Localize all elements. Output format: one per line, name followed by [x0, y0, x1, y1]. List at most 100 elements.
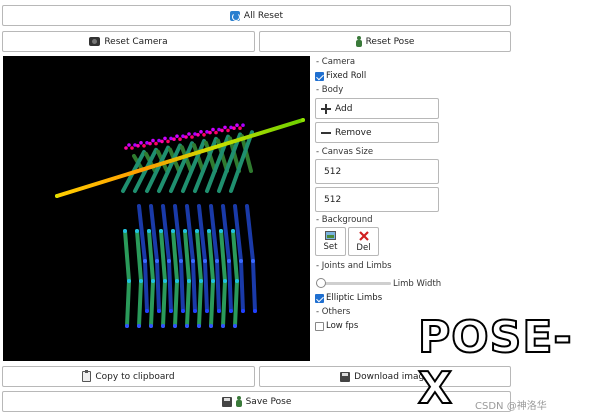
low-fps-check-icon[interactable] [315, 321, 324, 331]
limb-width-track[interactable] [316, 282, 391, 285]
knee-joint[interactable] [163, 279, 167, 283]
head-joint[interactable] [202, 133, 206, 137]
hip-joint[interactable] [219, 229, 223, 233]
hip-joint[interactable] [123, 229, 127, 233]
head-joint[interactable] [127, 143, 131, 147]
pose-canvas-svg[interactable] [3, 56, 310, 361]
delete-background-button[interactable]: Del [348, 227, 379, 256]
knee-joint[interactable] [155, 259, 159, 263]
hip-joint[interactable] [195, 229, 199, 233]
head-joint[interactable] [232, 126, 236, 130]
head-joint[interactable] [235, 123, 239, 127]
ankle-joint[interactable] [169, 309, 173, 313]
ankle-joint[interactable] [205, 309, 209, 313]
head-joint[interactable] [184, 135, 188, 139]
ankle-joint[interactable] [233, 324, 237, 328]
pose-canvas[interactable] [3, 56, 310, 361]
knee-joint[interactable] [239, 259, 243, 263]
elliptic-limbs-check-icon[interactable] [315, 293, 324, 303]
head-joint[interactable] [172, 137, 176, 141]
ankle-joint[interactable] [149, 324, 153, 328]
fixed-roll-checkbox[interactable]: Fixed Roll [315, 71, 366, 81]
canvas-height-input[interactable]: 512 [315, 187, 439, 212]
knee-joint[interactable] [151, 279, 155, 283]
hip-joint[interactable] [207, 229, 211, 233]
head-joint[interactable] [214, 130, 218, 135]
head-joint[interactable] [142, 144, 146, 148]
wrist-joint[interactable] [55, 194, 59, 198]
head-joint[interactable] [124, 146, 128, 150]
head-joint[interactable] [241, 123, 245, 127]
ankle-joint[interactable] [209, 324, 213, 328]
ankle-joint[interactable] [173, 324, 177, 328]
head-joint[interactable] [190, 135, 194, 139]
all-reset-button[interactable]: All Reset [2, 5, 511, 26]
ankle-joint[interactable] [125, 324, 129, 328]
reset-pose-button[interactable]: Reset Pose [259, 31, 511, 52]
knee-joint[interactable] [211, 279, 215, 283]
head-joint[interactable] [175, 134, 179, 138]
ankle-joint[interactable] [197, 324, 201, 328]
head-joint[interactable] [178, 137, 182, 141]
limb-width-slider[interactable] [316, 278, 392, 289]
head-joint[interactable] [223, 125, 227, 130]
knee-joint[interactable] [235, 279, 239, 283]
knee-joint[interactable] [179, 259, 183, 263]
ankle-joint[interactable] [145, 309, 149, 313]
ankle-joint[interactable] [137, 324, 141, 328]
add-body-button[interactable]: Add [315, 98, 439, 119]
head-joint[interactable] [196, 133, 200, 137]
ankle-joint[interactable] [241, 309, 245, 313]
ankle-joint[interactable] [217, 309, 221, 313]
elliptic-limbs-checkbox[interactable]: Elliptic Limbs [315, 293, 382, 303]
ankle-joint[interactable] [229, 309, 233, 313]
head-joint[interactable] [148, 141, 152, 146]
hip-joint[interactable] [159, 229, 163, 233]
wrist-joint[interactable] [301, 118, 305, 122]
ankle-joint[interactable] [185, 324, 189, 328]
hip-joint[interactable] [135, 229, 139, 233]
knee-joint[interactable] [191, 259, 195, 263]
knee-joint[interactable] [143, 259, 147, 263]
set-background-button[interactable]: Set [315, 227, 346, 256]
head-joint[interactable] [199, 130, 203, 134]
knee-joint[interactable] [139, 279, 143, 283]
ankle-joint[interactable] [157, 309, 161, 313]
remove-body-button[interactable]: Remove [315, 122, 439, 143]
ankle-joint[interactable] [253, 309, 257, 313]
head-joint[interactable] [208, 130, 212, 135]
hip-joint[interactable] [147, 229, 151, 233]
knee-joint[interactable] [203, 259, 207, 263]
knee-joint[interactable] [251, 259, 255, 263]
ankle-joint[interactable] [181, 309, 185, 313]
ankle-joint[interactable] [193, 309, 197, 313]
knee-joint[interactable] [175, 279, 179, 283]
head-joint[interactable] [163, 136, 167, 141]
head-joint[interactable] [187, 132, 191, 136]
head-joint[interactable] [211, 127, 215, 132]
copy-to-clipboard-button[interactable]: Copy to clipboard [2, 366, 255, 387]
knee-joint[interactable] [227, 259, 231, 263]
knee-joint[interactable] [167, 259, 171, 263]
hip-joint[interactable] [171, 229, 175, 233]
limb-width-thumb[interactable] [316, 278, 326, 288]
hip-joint[interactable] [183, 229, 187, 233]
head-joint[interactable] [238, 126, 242, 130]
head-joint[interactable] [160, 139, 164, 144]
reset-camera-button[interactable]: Reset Camera [2, 31, 255, 52]
low-fps-checkbox[interactable]: Low fps [315, 321, 358, 331]
knee-joint[interactable] [127, 279, 131, 283]
head-joint[interactable] [136, 144, 140, 148]
ankle-joint[interactable] [161, 324, 165, 328]
head-joint[interactable] [220, 128, 224, 133]
head-joint[interactable] [130, 146, 134, 150]
head-joint[interactable] [151, 138, 155, 143]
ankle-joint[interactable] [221, 324, 225, 328]
head-joint[interactable] [154, 141, 158, 146]
head-joint[interactable] [226, 128, 230, 133]
hip-joint[interactable] [231, 229, 235, 233]
head-joint[interactable] [166, 139, 170, 144]
fixed-roll-check-icon[interactable] [315, 71, 324, 81]
knee-joint[interactable] [223, 279, 227, 283]
head-joint[interactable] [139, 141, 143, 145]
